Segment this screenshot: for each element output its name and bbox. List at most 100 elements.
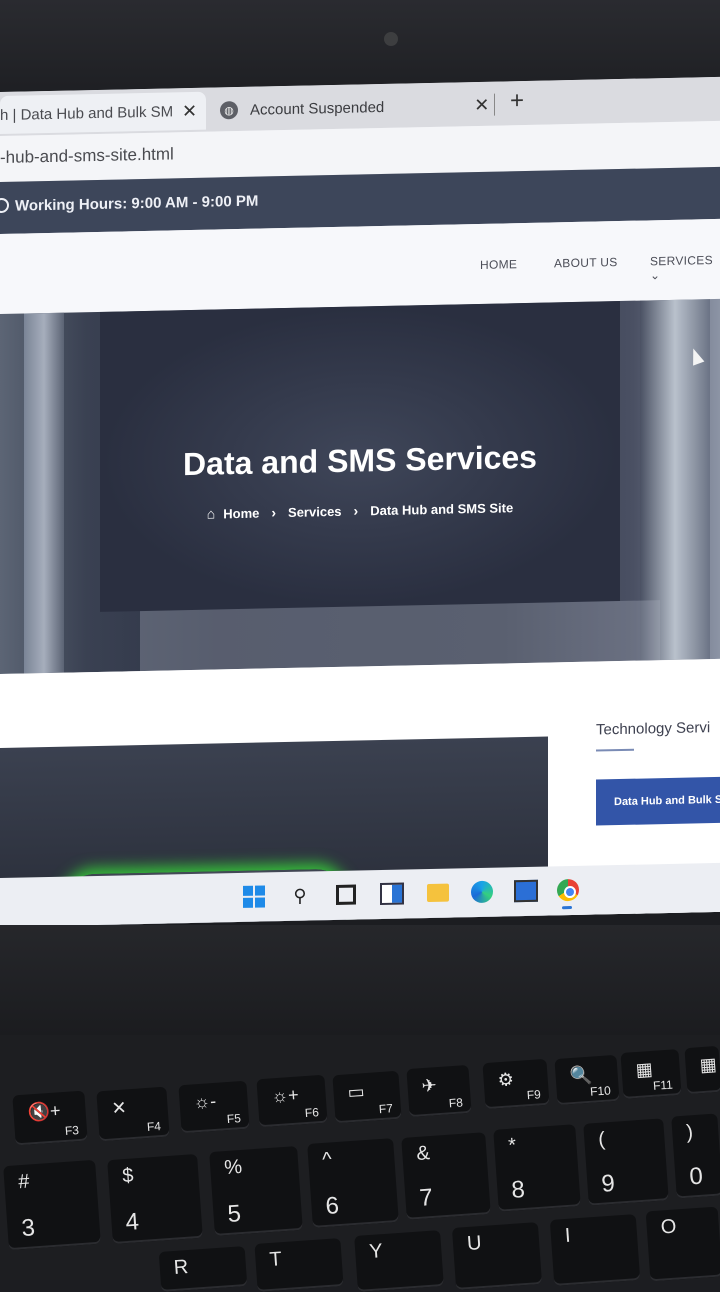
key-7[interactable]: & 7	[401, 1132, 491, 1220]
laptop-screen: h | Data Hub and Bulk SM ✕ ◍ Account Sus…	[0, 76, 720, 927]
key-label: F10	[589, 1083, 612, 1099]
key-number: 4	[124, 1208, 140, 1237]
key-0[interactable]: ) 0	[671, 1113, 720, 1199]
hero-background	[140, 600, 660, 672]
key-letter: T	[268, 1248, 283, 1272]
breadcrumb-services[interactable]: Services	[288, 503, 342, 519]
sidebar-item-active[interactable]: Data Hub and Bulk S	[596, 776, 720, 826]
nav-home[interactable]: HOME	[480, 257, 517, 272]
clock-icon	[0, 197, 9, 214]
windows-start-icon[interactable]	[242, 884, 266, 909]
key-symbol: &	[415, 1142, 431, 1165]
active-app-indicator	[562, 906, 572, 910]
key-letter: Y	[368, 1240, 384, 1264]
f10-key[interactable]: 🔍 F10	[554, 1054, 620, 1106]
key-8[interactable]: * 8	[493, 1124, 581, 1212]
tab-close-icon[interactable]: ✕	[182, 100, 197, 121]
mic-mute-icon: ✕	[110, 1097, 128, 1119]
browser-tab[interactable]: ◍ Account Suspended ✕	[220, 85, 510, 129]
f9-key[interactable]: ⚙ F9	[482, 1058, 550, 1110]
f12-key[interactable]: ▦	[684, 1045, 720, 1095]
key-symbol: %	[223, 1155, 243, 1180]
brightness-up-icon: ☼+	[270, 1084, 300, 1107]
airplane-icon: ✈	[420, 1075, 438, 1097]
nav-services[interactable]: SERVICES ⌄	[650, 253, 720, 282]
edge-browser-icon[interactable]	[470, 880, 494, 905]
task-view-icon[interactable]	[334, 883, 358, 908]
key-symbol: $	[121, 1164, 135, 1188]
key-o[interactable]: O	[645, 1206, 720, 1282]
file-explorer-icon[interactable]	[426, 881, 450, 906]
tab-title: Account Suspended	[250, 98, 385, 119]
nav-about-us[interactable]: ABOUT US	[554, 255, 618, 270]
key-number: 5	[226, 1200, 242, 1229]
tab-separator	[494, 93, 495, 116]
tab-close-icon[interactable]: ✕	[474, 94, 489, 115]
key-4[interactable]: $4	[107, 1153, 203, 1245]
key-3[interactable]: #3	[3, 1159, 101, 1251]
hero-banner: Data and SMS Services ⌂ Home › Services …	[0, 298, 720, 674]
hero-background	[24, 312, 64, 674]
key-label: F8	[448, 1095, 464, 1111]
working-hours: Working Hours: 9:00 AM - 9:00 PM	[0, 193, 258, 215]
key-9[interactable]: (9	[583, 1118, 669, 1206]
f11-key[interactable]: ▦ F11	[620, 1049, 682, 1099]
main-nav: HOME ABOUT US SERVICES ⌄	[0, 218, 720, 314]
key-5[interactable]: % 5	[209, 1146, 303, 1236]
key-symbol: ^	[321, 1148, 333, 1172]
display-icon: ▭	[346, 1081, 366, 1103]
key-symbol: #	[17, 1170, 31, 1194]
mute-icon: 🔇+	[26, 1100, 62, 1123]
sidebar-divider	[596, 748, 634, 752]
f3-key[interactable]: 🔇+ F3	[12, 1090, 88, 1146]
settings-icon: ⚙	[496, 1069, 515, 1091]
webcam	[384, 32, 398, 46]
key-letter: I	[564, 1224, 572, 1248]
keyboard-icon: ▦	[634, 1058, 654, 1081]
key-label: F9	[526, 1087, 542, 1103]
url-text[interactable]: -hub-and-sms-site.html	[0, 144, 174, 168]
f4-key[interactable]: ✕ F4	[96, 1086, 170, 1142]
browser-tab-active[interactable]: h | Data Hub and Bulk SM ✕	[0, 91, 206, 134]
key-number: 0	[688, 1162, 704, 1191]
key-label: F4	[146, 1119, 162, 1135]
key-letter: U	[466, 1232, 483, 1256]
sidebar-title: Technology Servi	[596, 719, 711, 739]
key-label: F5	[226, 1111, 242, 1127]
tab-title: h | Data Hub and Bulk SM	[0, 102, 172, 124]
key-number: 6	[324, 1192, 340, 1220]
search-icon[interactable]: ⚲	[288, 883, 312, 908]
brightness-down-icon: ☼-	[192, 1090, 217, 1113]
key-letter: R	[173, 1256, 190, 1280]
working-hours-text: Working Hours: 9:00 AM - 9:00 PM	[15, 192, 259, 215]
key-t[interactable]: T	[254, 1238, 344, 1292]
key-number: 7	[418, 1184, 434, 1212]
laptop-bezel-bottom	[0, 925, 720, 1035]
store-icon[interactable]	[514, 879, 538, 904]
chrome-icon[interactable]	[556, 878, 580, 903]
key-i[interactable]: I	[549, 1214, 641, 1286]
f6-key[interactable]: ☼+ F6	[256, 1074, 328, 1128]
apps-icon: ▦	[698, 1054, 718, 1076]
f5-key[interactable]: ☼- F5	[178, 1080, 250, 1134]
f8-key[interactable]: ✈ F8	[406, 1064, 472, 1118]
key-y[interactable]: Y	[354, 1230, 444, 1292]
breadcrumb-home[interactable]: Home	[223, 505, 259, 521]
laptop-keyboard: 🔇+ F3 ✕ F4 ☼- F5 ☼+ F6 ▭ F7 ✈ F8 ⚙ F9 🔍 F10 ▦ F11…	[0, 1035, 720, 1292]
widgets-icon[interactable]	[380, 882, 404, 907]
key-symbol: )	[685, 1121, 694, 1144]
globe-icon: ◍	[220, 101, 238, 120]
key-label: F11	[652, 1077, 674, 1093]
key-number: 9	[600, 1169, 616, 1198]
sidebar-item-label: Data Hub and Bulk S	[614, 793, 720, 809]
key-symbol: (	[597, 1128, 606, 1151]
key-6[interactable]: ^ 6	[307, 1138, 399, 1228]
search-icon: 🔍	[568, 1064, 593, 1087]
new-tab-button[interactable]: +	[510, 87, 524, 115]
key-label: F3	[64, 1123, 80, 1138]
f7-key[interactable]: ▭ F7	[332, 1070, 402, 1124]
key-letter: O	[660, 1215, 678, 1239]
key-number: 3	[20, 1214, 36, 1243]
key-r[interactable]: R	[158, 1246, 248, 1292]
chevron-right-icon: ›	[271, 504, 277, 521]
